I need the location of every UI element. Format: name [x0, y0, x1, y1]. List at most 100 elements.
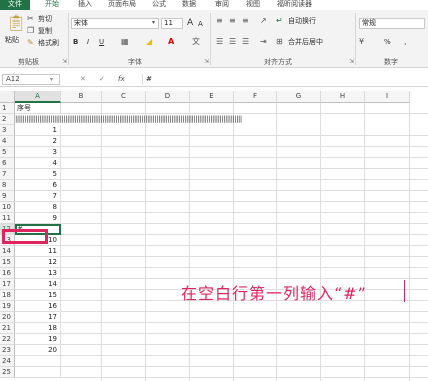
cell-a[interactable]: 9 [15, 213, 61, 224]
row-header[interactable]: 1 [0, 103, 15, 114]
row-cells[interactable] [61, 268, 428, 279]
chevron-down-icon[interactable]: ▾ [152, 18, 155, 28]
column-header-g[interactable]: G [277, 91, 321, 103]
row-header[interactable]: 16 [0, 268, 15, 279]
row-cells[interactable] [61, 246, 428, 257]
copy-button[interactable]: 复制 [38, 26, 52, 36]
cell-a[interactable]: 11 [15, 246, 61, 257]
fill-color-icon[interactable]: ◢ [146, 37, 152, 47]
chevron-down-icon[interactable]: ▾ [50, 74, 53, 85]
font-color-icon[interactable]: A [168, 37, 174, 47]
row-header[interactable]: 3 [0, 125, 15, 136]
column-header-e[interactable]: E [190, 91, 234, 103]
tab-formulas[interactable]: 公式 [152, 0, 166, 10]
row-cells[interactable] [61, 323, 428, 334]
confirm-entry-icon[interactable]: ✓ [99, 74, 105, 85]
cell-a[interactable] [15, 367, 61, 378]
row-cells[interactable] [61, 158, 428, 169]
tab-foxit-reader[interactable]: 福昕阅读器 [277, 0, 312, 10]
tab-data[interactable]: 数据 [182, 0, 196, 10]
merge-center-icon[interactable]: ⊞ [276, 37, 283, 47]
row-header[interactable]: 6 [0, 158, 15, 169]
row-header[interactable]: 7 [0, 169, 15, 180]
shrink-font-button[interactable]: A [198, 19, 203, 29]
percent-button[interactable]: % [384, 37, 391, 47]
comma-style-icon[interactable]: , [404, 37, 407, 47]
row-cells[interactable] [61, 345, 428, 356]
align-center-icon[interactable]: ☰ [229, 37, 236, 47]
column-header-f[interactable]: F [234, 91, 277, 103]
align-left-icon[interactable]: ☰ [216, 37, 223, 47]
tab-view[interactable]: 视图 [246, 0, 260, 10]
select-all-button[interactable] [0, 91, 15, 103]
row-cells[interactable] [61, 191, 428, 202]
phonetic-icon[interactable]: 文 [192, 37, 200, 47]
row-cells[interactable] [61, 334, 428, 345]
row-header[interactable]: 24 [0, 356, 15, 367]
row-header[interactable]: 14 [0, 246, 15, 257]
tab-review[interactable]: 审阅 [215, 0, 229, 10]
row-header[interactable]: 8 [0, 180, 15, 191]
row-header[interactable]: 5 [0, 147, 15, 158]
column-header-b[interactable]: B [61, 91, 102, 103]
row-header[interactable]: 11 [0, 213, 15, 224]
currency-icon[interactable]: ¥ [359, 37, 364, 47]
row-cells[interactable] [61, 202, 428, 213]
paste-button[interactable]: 粘贴 [5, 35, 19, 45]
cell-a[interactable]: 15 [15, 290, 61, 301]
italic-button[interactable]: I [87, 37, 89, 47]
scissors-icon[interactable]: ✂ [27, 14, 34, 24]
cell-a[interactable] [15, 356, 61, 367]
font-launcher-icon[interactable]: ⇲ [204, 58, 209, 65]
row-cells[interactable] [61, 356, 428, 367]
cell-a[interactable]: 3 [15, 147, 61, 158]
orientation-icon[interactable]: ↗ [260, 16, 267, 26]
row-cells[interactable] [61, 235, 428, 246]
wrap-text-button[interactable]: 自动换行 [288, 16, 316, 26]
grow-font-button[interactable]: A [187, 18, 193, 28]
row-cells[interactable] [61, 224, 428, 235]
column-header-a[interactable]: A [15, 91, 61, 103]
align-bottom-icon[interactable]: ≡ [242, 16, 249, 26]
row-cells[interactable] [61, 147, 428, 158]
row-header[interactable]: 2 [0, 114, 15, 125]
formula-input[interactable]: # [142, 74, 426, 85]
align-top-icon[interactable]: ≡ [216, 16, 223, 26]
row-cells[interactable] [61, 180, 428, 191]
cell-a[interactable]: 18 [15, 323, 61, 334]
cell-a[interactable]: 6 [15, 180, 61, 191]
alignment-launcher-icon[interactable]: ⇲ [349, 58, 354, 65]
clipboard-launcher-icon[interactable]: ⇲ [62, 58, 67, 65]
cell-a[interactable]: 1 [15, 125, 61, 136]
row-cells[interactable] [61, 367, 428, 378]
cell-a[interactable]: 16 [15, 301, 61, 312]
number-format-select[interactable]: 常规 [359, 18, 425, 29]
worksheet-grid[interactable]: A B C D E F G H I 1 序号 2 |||||||||||||||||||||||||||… [0, 91, 428, 381]
row-header[interactable]: 21 [0, 323, 15, 334]
format-painter-icon[interactable]: ✎ [27, 38, 34, 48]
row-header[interactable]: 4 [0, 136, 15, 147]
row-cells[interactable] [61, 257, 428, 268]
column-header-c[interactable]: C [102, 91, 146, 103]
merge-center-button[interactable]: 合并后居中 [288, 37, 323, 47]
cell-a[interactable]: 4 [15, 158, 61, 169]
row-cells[interactable] [61, 125, 428, 136]
cell-a[interactable]: 20 [15, 345, 61, 356]
paste-icon[interactable]: 📋︎ [6, 14, 26, 32]
row-header[interactable]: 10 [0, 202, 15, 213]
font-name-select[interactable]: 宋体 [71, 18, 159, 29]
column-header-i[interactable]: I [365, 91, 410, 103]
cell-a[interactable]: 5 [15, 169, 61, 180]
cell-a[interactable]: 13 [15, 268, 61, 279]
column-header-h[interactable]: H [321, 91, 365, 103]
row-header[interactable]: 18 [0, 290, 15, 301]
row-cells[interactable] [61, 312, 428, 323]
cut-button[interactable]: 剪切 [38, 14, 52, 24]
tab-home[interactable]: 开始 [45, 0, 59, 10]
row-header[interactable]: 19 [0, 301, 15, 312]
align-middle-icon[interactable]: ≡ [229, 16, 236, 26]
copy-icon[interactable]: ❐ [27, 26, 34, 36]
tab-insert[interactable]: 插入 [78, 0, 92, 10]
insert-function-button[interactable]: fx [118, 74, 125, 85]
row-header[interactable]: 25 [0, 367, 15, 378]
